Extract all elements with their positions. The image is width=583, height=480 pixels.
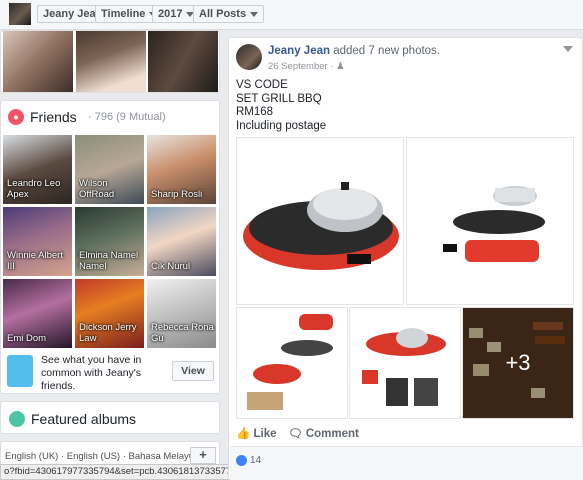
- photos-card: [0, 30, 220, 93]
- friend-name[interactable]: Elmina Namel Namel: [79, 250, 142, 272]
- comment-label: Comment: [305, 428, 359, 440]
- post-date[interactable]: 26 September · ♟: [268, 61, 345, 72]
- post-action-text: added 7 new photos.: [333, 45, 440, 57]
- profile-name-label: Jeany Jean: [43, 8, 103, 20]
- featured-albums-icon: [9, 411, 25, 427]
- friends-count: · 796 (9 Mutual): [88, 111, 166, 123]
- post-body-text: VS CODE SET GRILL BBQ RM168 Including po…: [236, 79, 327, 132]
- chevron-down-icon: [250, 11, 259, 17]
- photo-thumbnail[interactable]: [148, 31, 218, 92]
- post-photo[interactable]: [236, 307, 348, 419]
- post-photo[interactable]: [236, 137, 404, 305]
- friends-audience-icon: ♟: [336, 61, 345, 72]
- friend-name[interactable]: Cik Nurul: [151, 261, 214, 272]
- post-author-avatar[interactable]: [236, 44, 262, 70]
- friend-name[interactable]: Winnie Albert III: [7, 250, 70, 272]
- photo-thumbnail[interactable]: [3, 31, 73, 92]
- friend-tile[interactable]: Cik Nurul: [147, 207, 216, 276]
- reactions-bar: [230, 446, 583, 480]
- friends-icon: ●: [8, 109, 24, 125]
- post-photo[interactable]: [406, 137, 574, 305]
- grill-photo: [443, 186, 545, 262]
- like-label: Like: [253, 428, 277, 440]
- friend-tile[interactable]: Winnie Albert III: [3, 207, 72, 276]
- profile-avatar[interactable]: [9, 3, 31, 25]
- like-count[interactable]: 14: [250, 455, 261, 466]
- featured-albums-title[interactable]: Featured albums: [31, 411, 136, 427]
- year-label: 2017: [158, 8, 183, 20]
- posts-filter-label: All Posts: [199, 8, 247, 20]
- comment-icon: 🗨: [288, 428, 303, 440]
- common-friends-text: See what you have in common with Jeany's…: [41, 354, 142, 392]
- friend-tile[interactable]: Sharip Rosli: [147, 135, 216, 204]
- add-language-button[interactable]: +: [190, 447, 216, 464]
- friends-title[interactable]: Friends: [30, 109, 77, 125]
- friend-tile[interactable]: Wilson OffRoad: [75, 135, 144, 204]
- timeline-label: Timeline: [101, 8, 146, 20]
- comment-button[interactable]: 🗨 Comment: [288, 426, 359, 440]
- friend-tile[interactable]: Emi Dom: [3, 279, 72, 348]
- like-reaction-icon: [236, 455, 247, 466]
- timeline-nav-bar: Jeany Jean Timeline 2017 All Posts: [0, 0, 583, 30]
- friend-name[interactable]: Rebecca Rona Gu: [151, 322, 214, 344]
- friend-name[interactable]: Dickson Jerry Law: [79, 322, 142, 344]
- grill-photo: [243, 182, 399, 270]
- post-header: Jeany Jean added 7 new photos.: [268, 45, 440, 57]
- friend-name[interactable]: Sharip Rosli: [151, 189, 214, 200]
- grill-parts-photo: [362, 328, 446, 406]
- more-photos-count: +3: [463, 308, 573, 418]
- like-button[interactable]: 👍 Like: [236, 426, 277, 440]
- post-date-label: 26 September ·: [268, 61, 334, 72]
- post-photo[interactable]: [349, 307, 461, 419]
- friend-name[interactable]: Leandro Leo Apex: [7, 178, 70, 200]
- view-button[interactable]: View: [172, 361, 214, 381]
- grill-collage-photo: [247, 314, 333, 410]
- post-author-name[interactable]: Jeany Jean: [268, 45, 330, 57]
- post-options-icon[interactable]: [563, 46, 573, 52]
- mutual-friends-icon: [7, 355, 33, 387]
- friend-tile[interactable]: Dickson Jerry Law: [75, 279, 144, 348]
- friend-tile[interactable]: Leandro Leo Apex: [3, 135, 72, 204]
- friend-tile[interactable]: Elmina Namel Namel: [75, 207, 144, 276]
- friend-name[interactable]: Wilson OffRoad: [79, 178, 142, 200]
- more-photos-tile[interactable]: +3: [462, 307, 574, 419]
- language-links[interactable]: English (UK) · English (US) · Bahasa Mel…: [5, 451, 200, 462]
- thumbs-up-icon: 👍: [236, 428, 251, 440]
- photo-thumbnail[interactable]: [76, 31, 146, 92]
- browser-status-bar: o?fbid=430617977335794&set=pcb.430618137…: [0, 464, 235, 480]
- friend-name[interactable]: Emi Dom: [7, 333, 70, 344]
- friend-tile[interactable]: Rebecca Rona Gu: [147, 279, 216, 348]
- posts-filter-dropdown[interactable]: All Posts: [193, 5, 265, 23]
